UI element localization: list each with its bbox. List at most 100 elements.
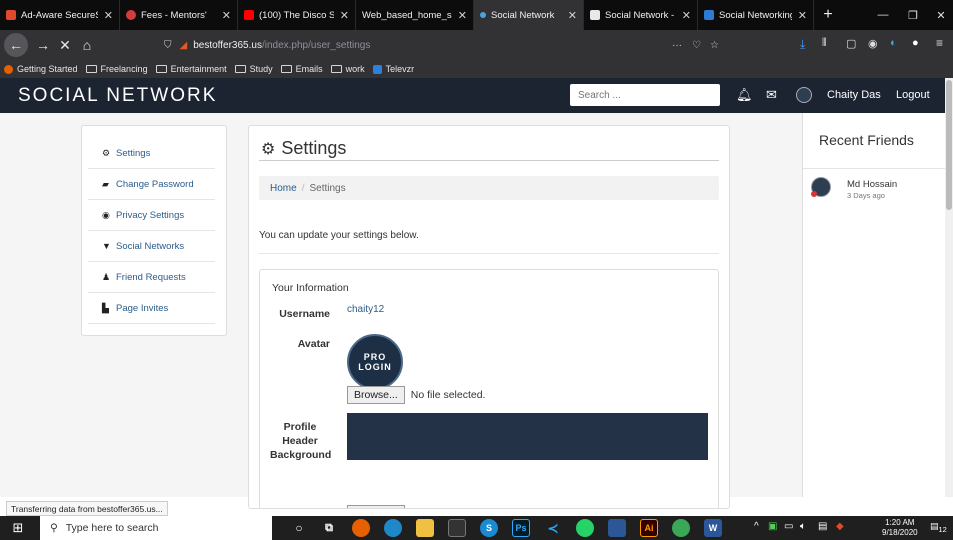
close-icon[interactable]: ✕ [798, 9, 807, 22]
sidebar-item-social-networks[interactable]: ▼ Social Networks [88, 231, 215, 262]
account-icon[interactable]: ◉ [868, 37, 878, 50]
close-window-icon[interactable]: ✕ [926, 0, 953, 30]
close-icon[interactable]: ✕ [568, 9, 577, 22]
bookmark-item[interactable]: Freelancing [85, 64, 148, 74]
search-icon: ⚲ [50, 522, 58, 534]
bookmark-item[interactable]: Entertainment [155, 64, 227, 74]
download-icon[interactable]: ⤓ [800, 37, 805, 52]
bookmark-item[interactable]: Study [234, 64, 273, 74]
app-icon[interactable] [608, 519, 626, 537]
close-icon[interactable]: ✕ [104, 9, 113, 22]
star-icon[interactable]: ☆ [710, 40, 719, 51]
sidebar-item-friend-requests[interactable]: ♟ Friend Requests [88, 262, 215, 293]
menu-icon[interactable]: ≡ [936, 36, 943, 50]
bookmark-item[interactable]: work [330, 64, 365, 74]
browser-tab[interactable]: (100) The Disco Son ✕ [238, 0, 356, 30]
sidebar-item-privacy[interactable]: ◉ Privacy Settings [88, 200, 215, 231]
task-view-icon[interactable]: ⧉ [320, 519, 338, 537]
more-icon[interactable]: ··· [672, 40, 682, 51]
stop-icon[interactable]: ✕ [54, 34, 76, 56]
close-icon[interactable]: ✕ [682, 9, 691, 22]
battery-icon[interactable]: ▭ [784, 521, 793, 532]
bookmark-item[interactable]: Getting Started [4, 64, 78, 74]
extension-icon[interactable]: ◐ [890, 37, 897, 49]
header-file-input[interactable]: Browse... No file selected. [347, 505, 485, 508]
sidebar-icon[interactable]: ▢ [846, 37, 856, 50]
chevron-up-icon[interactable]: ^ [754, 521, 759, 532]
vscode-icon[interactable]: ≺ [544, 519, 562, 537]
filter-icon: ▼ [102, 241, 111, 251]
back-arrow-icon[interactable]: ← [4, 33, 28, 57]
browser-tab[interactable]: Web_based_home_sittir ✕ [356, 0, 474, 30]
notification-icon[interactable]: ▤12 [930, 521, 947, 534]
tray-app-icon[interactable]: ▣ [768, 521, 777, 532]
url-bar[interactable]: ⛉ ◢ bestoffer365.us/index.php/user_setti… [164, 34, 738, 56]
tab-label: Social Network - Ph [605, 9, 676, 21]
sidebar-item-settings[interactable]: ⚙ Settings [88, 138, 215, 169]
logout-link[interactable]: Logout [896, 89, 930, 101]
browser-tab[interactable]: Social Networking ✕ [698, 0, 814, 30]
browser-tab-active[interactable]: Social Network ✕ [474, 0, 584, 30]
breadcrumb-home-link[interactable]: Home [270, 183, 297, 194]
sidebar-item-page-invites[interactable]: ▙ Page Invites [88, 293, 215, 324]
illustrator-icon[interactable]: Ai [640, 519, 658, 537]
sidebar-item-label: Privacy Settings [116, 209, 185, 221]
close-icon[interactable]: ✕ [222, 9, 231, 22]
app-icon[interactable] [672, 519, 690, 537]
edge-icon[interactable] [384, 519, 402, 537]
volume-icon[interactable]: 🔈︎ [800, 521, 806, 532]
avatar-text: LOGIN [358, 362, 392, 372]
new-tab-button[interactable]: + [816, 0, 840, 30]
extension-icon[interactable]: ● [912, 37, 919, 49]
avatar[interactable] [796, 87, 812, 103]
home-icon[interactable]: ⌂ [76, 34, 98, 56]
taskbar-search-placeholder: Type here to search [65, 522, 159, 534]
browser-tab[interactable]: Ad-Aware SecureSe ✕ [0, 0, 120, 30]
username-label: Username [279, 308, 330, 320]
close-icon[interactable]: ✕ [340, 9, 349, 22]
sidebar-item-change-password[interactable]: ▰ Change Password [88, 169, 215, 200]
network-icon[interactable]: ▤ [818, 521, 827, 532]
bookmark-item[interactable]: Emails [280, 64, 323, 74]
pocket-icon[interactable]: ♡ [692, 40, 701, 51]
forward-arrow-icon[interactable]: → [32, 34, 54, 56]
breadcrumb: Home / Settings [259, 176, 719, 200]
avatar-file-input[interactable]: Browse... No file selected. [347, 386, 485, 404]
youtube-icon [244, 10, 254, 20]
bell-icon[interactable]: 🔔︎ [736, 87, 753, 103]
friend-name[interactable]: Md Hossain [847, 179, 897, 190]
gear-icon: ⚙ [102, 147, 111, 158]
user-name-link[interactable]: Chaity Das [827, 89, 881, 101]
search-input[interactable] [570, 84, 720, 106]
minimize-icon[interactable]: — [868, 0, 898, 30]
firefox-icon[interactable] [352, 519, 370, 537]
taskbar-search[interactable]: ⚲ Type here to search [40, 516, 272, 540]
clock-date: 9/18/2020 [882, 528, 918, 537]
site-brand[interactable]: SOCIAL NETWORK [18, 85, 217, 107]
avatar-label: Avatar [297, 338, 330, 350]
file-explorer-icon[interactable] [416, 519, 434, 537]
online-status-dot [811, 191, 817, 197]
close-icon[interactable]: ✕ [458, 9, 467, 22]
word-icon[interactable]: W [704, 519, 722, 537]
bookmark-item[interactable]: Televzr [372, 64, 414, 74]
windows-start-icon[interactable]: ⊞ [10, 520, 26, 536]
maximize-icon[interactable]: ❐ [898, 0, 928, 30]
skype-icon[interactable]: S [480, 519, 498, 537]
store-icon[interactable] [448, 519, 466, 537]
breadcrumb-separator: / [301, 183, 305, 194]
browse-button[interactable]: Browse... [347, 505, 405, 508]
browse-button[interactable]: Browse... [347, 386, 405, 404]
envelope-icon[interactable]: ✉ [766, 87, 777, 103]
file-status: No file selected. [410, 389, 486, 401]
photoshop-icon[interactable]: Ps [512, 519, 530, 537]
scrollbar-thumb[interactable] [946, 80, 952, 210]
username-value[interactable]: chaity12 [347, 304, 384, 315]
browser-tab[interactable]: Fees - Mentors' ✕ [120, 0, 238, 30]
cortana-icon[interactable]: ○ [290, 519, 308, 537]
tray-app-icon[interactable]: ◆ [836, 521, 844, 532]
browser-tab[interactable]: Social Network - Ph ✕ [584, 0, 698, 30]
whatsapp-icon[interactable] [576, 519, 594, 537]
clock[interactable]: 1:20 AM 9/18/2020 [882, 518, 918, 538]
library-icon[interactable]: ⫴ [822, 37, 827, 50]
